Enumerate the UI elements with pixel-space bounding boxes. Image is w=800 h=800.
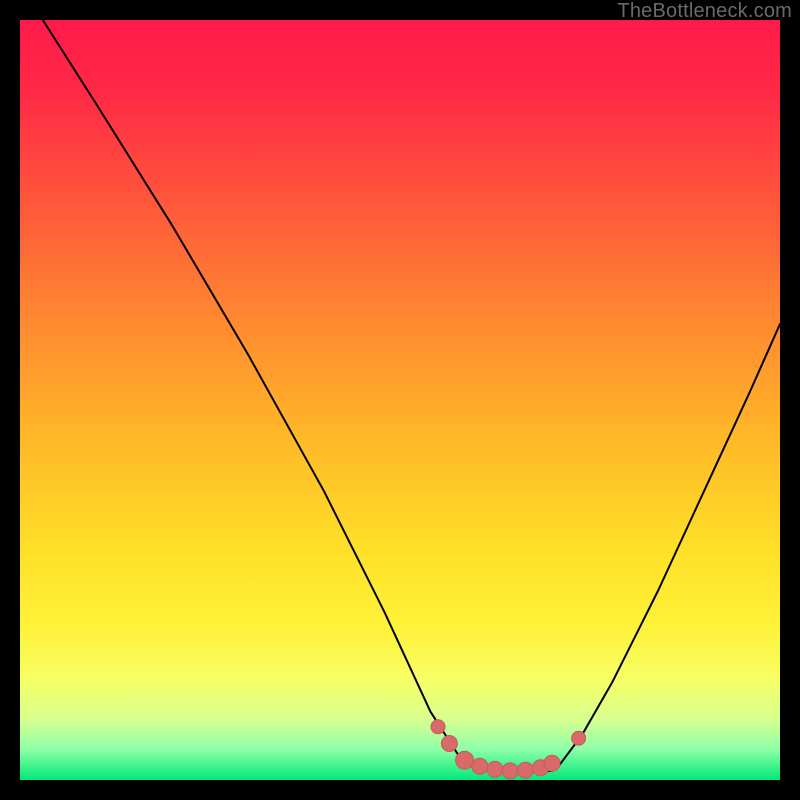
highlight-dot [441, 736, 457, 752]
plot-area [20, 20, 780, 780]
highlight-dot [431, 720, 445, 734]
highlight-dot [572, 731, 586, 745]
highlight-dot [472, 758, 488, 774]
highlight-dot [456, 751, 474, 769]
chart-stage: TheBottleneck.com [0, 0, 800, 800]
watermark-text: TheBottleneck.com [617, 0, 792, 23]
highlight-dot [517, 762, 533, 778]
highlight-markers [20, 20, 780, 780]
highlight-dot [487, 761, 503, 777]
highlight-dot [544, 755, 560, 771]
highlight-dot [502, 763, 518, 779]
